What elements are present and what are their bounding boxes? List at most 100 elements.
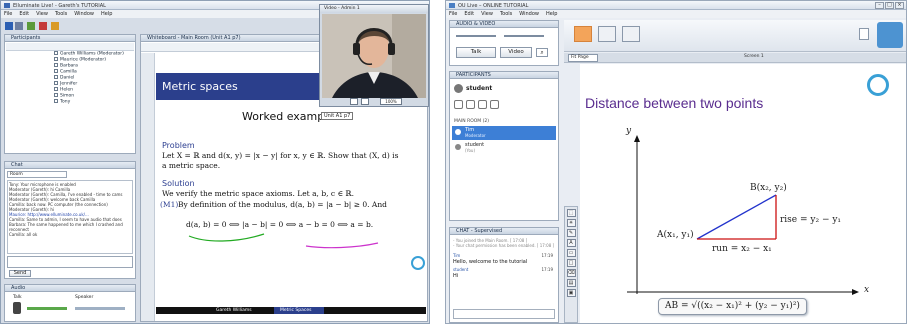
menu-tools[interactable]: Tools <box>500 11 512 17</box>
participants-header: Participants <box>5 35 135 42</box>
chat-time: 17:19 <box>541 267 553 272</box>
checkbox-icon[interactable] <box>54 87 58 91</box>
distance-diagram <box>627 135 859 295</box>
menu-help[interactable]: Help <box>546 11 557 17</box>
chat-input[interactable] <box>7 256 133 268</box>
whiteboard-mode-icon[interactable] <box>574 26 592 42</box>
menu-view[interactable]: View <box>481 11 493 17</box>
screen-label: Screen 1 <box>744 54 764 59</box>
participant-row[interactable]: Tim Moderator <box>452 126 556 140</box>
checkbox-icon[interactable] <box>54 75 58 79</box>
chat-input[interactable] <box>453 309 555 319</box>
video-settings-icon[interactable] <box>361 98 369 105</box>
current-user-name: student <box>466 85 493 92</box>
whiteboard-tool-palette: ⬚ ✳ ✎ A ▭ □ ⌫ ▤ ▣ <box>564 206 578 323</box>
away-icon[interactable] <box>490 100 499 109</box>
app-icon <box>449 3 455 8</box>
menu-view[interactable]: View <box>36 11 48 17</box>
menu-window[interactable]: Window <box>74 11 94 17</box>
mic-volume-slider[interactable] <box>456 35 496 37</box>
menu-help[interactable]: Help <box>101 11 112 17</box>
checkbox-icon[interactable] <box>54 57 58 61</box>
pen-tool-icon[interactable]: ✎ <box>566 229 576 237</box>
mic-level-meter <box>27 307 67 310</box>
chat-log: Tony: Your microphone is enabled Moderat… <box>7 180 133 254</box>
checkbox-icon[interactable] <box>54 69 58 73</box>
green-underline-stroke <box>188 233 265 242</box>
chat-message: student 17:19 Hi <box>453 267 555 281</box>
checkbox-icon[interactable] <box>54 63 58 67</box>
talk-button[interactable]: Talk <box>456 47 496 58</box>
emoticon-icon[interactable] <box>478 100 487 109</box>
checkbox-icon[interactable] <box>54 81 58 85</box>
checkbox-icon[interactable] <box>54 93 58 97</box>
refresh-icon[interactable] <box>27 22 35 30</box>
app-share-icon[interactable] <box>598 26 616 42</box>
video-zoom-select[interactable]: 100% <box>380 98 402 105</box>
page-bar: Fit Page Screen 1 <box>564 53 906 63</box>
window-title: OU Live – ONLINE TUTORIAL <box>458 3 529 9</box>
chat-recipient-select[interactable]: Room <box>7 171 67 178</box>
follow-icon[interactable] <box>859 28 869 40</box>
speaker-volume-slider[interactable] <box>75 307 125 310</box>
headset-right-ear <box>388 43 395 55</box>
pointer-tool-icon[interactable]: ✳ <box>566 219 576 227</box>
menu-file[interactable]: File <box>449 11 457 17</box>
menu-tools[interactable]: Tools <box>55 11 67 17</box>
point-a-label: A(x₁, y₁) <box>657 230 694 240</box>
run-label: run = x₂ − x₁ <box>712 244 772 254</box>
checkbox-icon[interactable] <box>54 51 58 55</box>
close-icon[interactable]: × <box>895 2 904 9</box>
y-axis-label: y <box>626 126 632 136</box>
video-snapshot-icon[interactable] <box>350 98 358 105</box>
fit-page-select[interactable]: Fit Page <box>568 54 598 62</box>
participant-role: Moderator <box>465 133 486 138</box>
menu-window[interactable]: Window <box>519 11 539 17</box>
status-icon[interactable] <box>466 100 475 109</box>
eraser-tool-icon[interactable]: ⌫ <box>566 269 576 277</box>
select-tool-icon[interactable]: ⬚ <box>566 209 576 217</box>
record-icon[interactable] <box>39 22 47 30</box>
segment-ab <box>696 194 777 240</box>
line-tool-icon[interactable]: ▭ <box>566 249 576 257</box>
menu-edit[interactable]: Edit <box>464 11 474 17</box>
hand-raise-icon[interactable] <box>454 100 463 109</box>
text-tool-icon[interactable]: A <box>566 239 576 247</box>
save-icon[interactable] <box>5 22 13 30</box>
whiteboard-slide: Distance between two points y x A(x₁, y₁… <box>580 64 906 323</box>
chat-message: Tim 17:19 Hello, welcome to the tutorial <box>453 253 555 267</box>
speaker-volume-slider[interactable] <box>504 35 544 37</box>
talk-label: Talk <box>13 295 22 300</box>
chat-text: Hi <box>453 273 459 279</box>
menu-file[interactable]: File <box>4 11 12 17</box>
web-tour-icon[interactable] <box>622 26 640 42</box>
share-icon[interactable] <box>51 22 59 30</box>
menu-edit[interactable]: Edit <box>19 11 29 17</box>
microphone-icon[interactable] <box>13 302 21 314</box>
video-button[interactable]: Video <box>500 47 532 58</box>
screenshot-tool-icon[interactable]: ▣ <box>566 289 576 297</box>
chat-panel: Chat Room Tony: Your microphone is enabl… <box>4 161 136 279</box>
clipboard-tool-icon[interactable]: ▤ <box>566 279 576 287</box>
chat-header: Chat <box>5 162 135 169</box>
participant-row[interactable]: Tony <box>6 99 134 105</box>
participant-row[interactable]: student (You) <box>452 141 556 155</box>
layout-icon[interactable] <box>15 22 23 30</box>
shape-tool-icon[interactable]: □ <box>566 259 576 267</box>
user-avatar-icon <box>454 84 463 93</box>
footer-topic: Metric Spaces <box>274 307 324 314</box>
menu-bar: File Edit View Tools Window Help <box>446 10 906 18</box>
chat-sender: student <box>453 267 469 272</box>
whiteboard-tools <box>141 53 155 321</box>
video-preview-icon[interactable]: ⌕ <box>536 48 548 57</box>
send-button[interactable]: Send <box>9 270 31 277</box>
maximize-icon[interactable]: □ <box>885 2 894 9</box>
minimize-icon[interactable]: – <box>875 2 884 9</box>
magenta-underline-stroke <box>305 242 379 249</box>
app-icon <box>4 3 10 8</box>
user-icon <box>455 129 461 135</box>
participants-panel: Participants Gareth Williams (Moderator)… <box>4 34 136 154</box>
chat-sender: Tim <box>453 253 461 258</box>
y-axis-arrow <box>634 135 640 142</box>
checkbox-icon[interactable] <box>54 99 58 103</box>
